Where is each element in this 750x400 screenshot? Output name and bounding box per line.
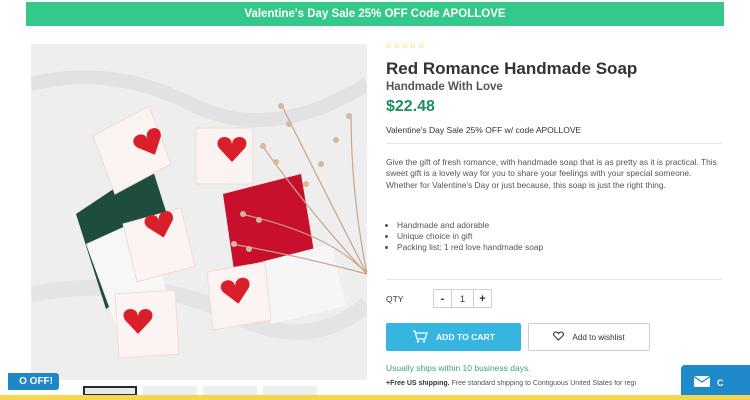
add-to-cart-label: ADD TO CART	[435, 332, 496, 342]
bottom-banner[interactable]	[0, 395, 750, 400]
discount-badge[interactable]: O OFF!	[8, 373, 59, 390]
shipping-detail: Free standard shipping to Contiguous Uni…	[449, 380, 636, 387]
qty-minus-button[interactable]: -	[433, 289, 452, 308]
add-to-wishlist-button[interactable]: Add to wishlist	[528, 323, 650, 351]
list-item: Packing list: 1 red love handmade soap	[397, 242, 543, 253]
promo-banner[interactable]: Valentine's Day Sale 25% OFF Code APOLLO…	[26, 2, 724, 26]
qty-input[interactable]: 1	[452, 289, 473, 308]
add-to-cart-button[interactable]: ADD TO CART	[386, 323, 521, 351]
list-item: Unique choice in gift	[397, 231, 543, 242]
product-image[interactable]	[31, 44, 367, 380]
product-description: Give the gift of fresh romance, with han…	[386, 157, 717, 190]
divider	[386, 143, 722, 144]
shipping-bold: +Free US shipping.	[386, 380, 450, 387]
qty-label: QTY	[386, 294, 404, 304]
divider	[386, 279, 722, 280]
wishlist-label: Add to wishlist	[572, 332, 625, 342]
product-subtitle: Handmade With Love	[386, 81, 503, 93]
contact-label: C	[717, 377, 724, 388]
rating-stars[interactable]: ☆☆☆☆☆	[385, 41, 426, 50]
mail-icon	[693, 375, 711, 390]
qty-plus-button[interactable]: +	[473, 289, 492, 308]
cart-icon	[412, 329, 428, 345]
shipping-info: +Free US shipping. Free standard shippin…	[386, 380, 686, 387]
list-item: Handmade and adorable	[397, 220, 543, 231]
feature-list: Handmade and adorable Unique choice in g…	[397, 220, 543, 252]
quantity-stepper[interactable]: - 1 +	[433, 289, 492, 308]
heart-outline-icon	[553, 331, 565, 343]
product-price: $22.48	[386, 98, 435, 115]
shipping-time: Usually ships within 10 business days.	[386, 363, 531, 373]
product-title: Red Romance Handmade Soap	[386, 59, 638, 78]
promo-note: Valentine's Day Sale 25% OFF w/ code APO…	[386, 125, 582, 135]
